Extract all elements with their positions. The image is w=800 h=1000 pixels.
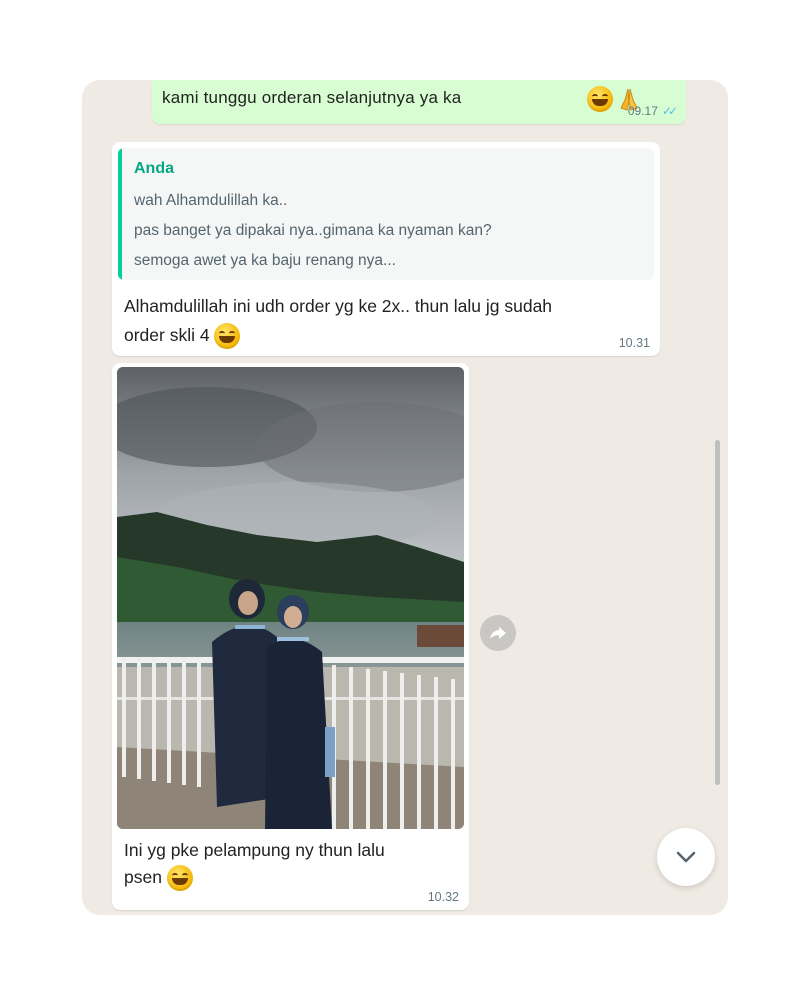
quote-accent-bar [118, 148, 122, 280]
read-ticks-icon: ✓✓ [661, 104, 678, 118]
grinning-face-icon [166, 865, 193, 892]
quote-line: wah Alhamdulillah ka.. [134, 192, 288, 209]
incoming-reply-message[interactable]: Anda wah Alhamdulillah ka.. pas banget y… [112, 142, 660, 356]
quote-line: semoga awet ya ka baju renang nya... [134, 252, 396, 269]
message-text-segment: order skli 4 [124, 325, 210, 345]
forward-arrow-icon [490, 627, 506, 639]
scroll-to-bottom-button[interactable] [657, 828, 715, 886]
incoming-image-message[interactable]: Ini yg pke pelampung ny thun lalu psen 1… [112, 363, 469, 910]
message-text: kami tunggu orderan selanjutnya ya ka [162, 88, 462, 107]
message-time: 09.17 [627, 104, 658, 118]
photo-image [117, 367, 464, 829]
forward-button[interactable] [480, 615, 516, 651]
grinning-face-icon [214, 323, 241, 350]
message-text-line: Alhamdulillah ini udh order yg ke 2x.. t… [124, 296, 553, 316]
message-text: Alhamdulillah ini udh order yg ke 2x.. t… [124, 292, 644, 350]
message-text-line-2: order skli 4 [124, 321, 644, 350]
quote-line: pas banget ya dipakai nya..gimana ka nya… [134, 222, 492, 239]
chat-panel: kami tunggu orderan selanjutnya ya ka 09… [82, 80, 728, 915]
image-caption: Ini yg pke pelampung ny thun lalu psen [124, 837, 444, 892]
scrollbar[interactable] [715, 440, 720, 785]
message-meta: 09.17 ✓✓ [627, 104, 678, 118]
caption-segment: psen [124, 867, 162, 887]
quote-author: Anda [134, 160, 174, 177]
smiling-face-icon [587, 86, 613, 112]
photo-attachment[interactable] [117, 367, 464, 829]
caption-line-2: psen [124, 864, 444, 892]
message-time: 10.31 [618, 336, 650, 350]
caption-line: Ini yg pke pelampung ny thun lalu [124, 840, 385, 860]
quoted-message[interactable]: Anda wah Alhamdulillah ka.. pas banget y… [118, 148, 654, 280]
outgoing-message[interactable]: kami tunggu orderan selanjutnya ya ka 09… [152, 80, 686, 124]
message-time: 10.32 [427, 890, 459, 904]
chevron-down-icon [676, 851, 696, 863]
